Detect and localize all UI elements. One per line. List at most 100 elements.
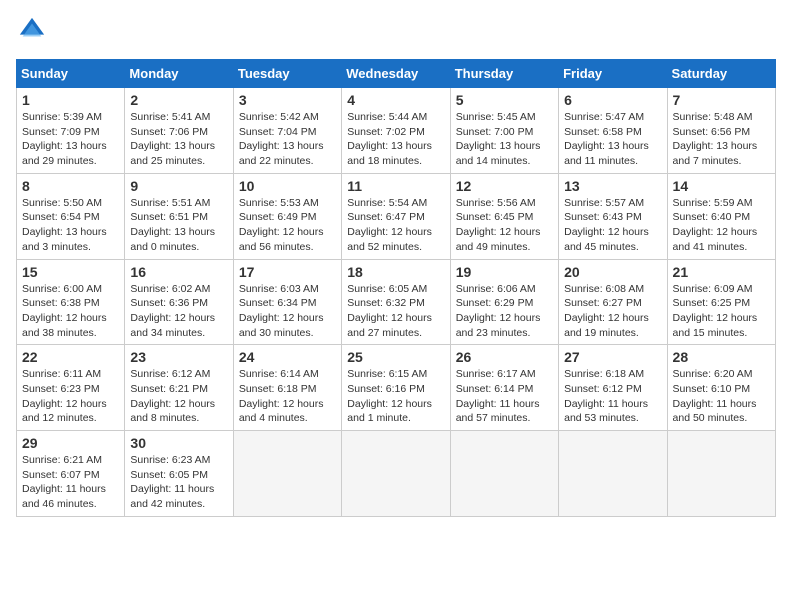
day-number: 19 (456, 264, 553, 280)
calendar-week-row: 1 Sunrise: 5:39 AM Sunset: 7:09 PM Daylig… (17, 88, 776, 174)
calendar-cell: 11 Sunrise: 5:54 AM Sunset: 6:47 PM Dayli… (342, 173, 450, 259)
day-number: 12 (456, 178, 553, 194)
calendar-cell: 13 Sunrise: 5:57 AM Sunset: 6:43 PM Dayli… (559, 173, 667, 259)
day-number: 6 (564, 92, 661, 108)
day-number: 17 (239, 264, 336, 280)
weekday-header-wednesday: Wednesday (342, 60, 450, 88)
calendar-cell: 29 Sunrise: 6:21 AM Sunset: 6:07 PM Dayli… (17, 431, 125, 517)
calendar-cell: 27 Sunrise: 6:18 AM Sunset: 6:12 PM Dayli… (559, 345, 667, 431)
day-number: 28 (673, 349, 770, 365)
calendar-week-row: 15 Sunrise: 6:00 AM Sunset: 6:38 PM Dayli… (17, 259, 776, 345)
day-info: Sunrise: 5:45 AM Sunset: 7:00 PM Dayligh… (456, 110, 553, 169)
day-info: Sunrise: 5:48 AM Sunset: 6:56 PM Dayligh… (673, 110, 770, 169)
weekday-header-monday: Monday (125, 60, 233, 88)
day-number: 4 (347, 92, 444, 108)
day-info: Sunrise: 5:53 AM Sunset: 6:49 PM Dayligh… (239, 196, 336, 255)
day-info: Sunrise: 5:41 AM Sunset: 7:06 PM Dayligh… (130, 110, 227, 169)
day-number: 15 (22, 264, 119, 280)
calendar-cell: 15 Sunrise: 6:00 AM Sunset: 6:38 PM Dayli… (17, 259, 125, 345)
day-info: Sunrise: 6:18 AM Sunset: 6:12 PM Dayligh… (564, 367, 661, 426)
day-number: 25 (347, 349, 444, 365)
calendar-cell: 18 Sunrise: 6:05 AM Sunset: 6:32 PM Dayli… (342, 259, 450, 345)
day-info: Sunrise: 6:11 AM Sunset: 6:23 PM Dayligh… (22, 367, 119, 426)
calendar-cell: 3 Sunrise: 5:42 AM Sunset: 7:04 PM Daylig… (233, 88, 341, 174)
day-number: 3 (239, 92, 336, 108)
weekday-header-row: SundayMondayTuesdayWednesdayThursdayFrid… (17, 60, 776, 88)
page-header (16, 16, 776, 49)
day-info: Sunrise: 5:47 AM Sunset: 6:58 PM Dayligh… (564, 110, 661, 169)
calendar-week-row: 22 Sunrise: 6:11 AM Sunset: 6:23 PM Dayli… (17, 345, 776, 431)
calendar-cell (450, 431, 558, 517)
day-number: 20 (564, 264, 661, 280)
calendar-cell: 10 Sunrise: 5:53 AM Sunset: 6:49 PM Dayli… (233, 173, 341, 259)
day-info: Sunrise: 6:14 AM Sunset: 6:18 PM Dayligh… (239, 367, 336, 426)
calendar-cell: 16Sunrise: 6:02 AM Sunset: 6:36 PM Dayli… (125, 259, 233, 345)
day-number: 7 (673, 92, 770, 108)
logo-icon (18, 16, 46, 44)
day-info: Sunrise: 6:12 AM Sunset: 6:21 PM Dayligh… (130, 367, 227, 426)
calendar-cell (559, 431, 667, 517)
day-number: 2 (130, 92, 227, 108)
weekday-header-thursday: Thursday (450, 60, 558, 88)
calendar-cell: 20 Sunrise: 6:08 AM Sunset: 6:27 PM Dayli… (559, 259, 667, 345)
calendar-cell (667, 431, 775, 517)
day-info: Sunrise: 6:15 AM Sunset: 6:16 PM Dayligh… (347, 367, 444, 426)
day-number: 8 (22, 178, 119, 194)
day-info: Sunrise: 6:06 AM Sunset: 6:29 PM Dayligh… (456, 282, 553, 341)
day-info: Sunrise: 5:39 AM Sunset: 7:09 PM Dayligh… (22, 110, 119, 169)
day-info: Sunrise: 5:50 AM Sunset: 6:54 PM Dayligh… (22, 196, 119, 255)
day-number: 1 (22, 92, 119, 108)
calendar-cell: 7 Sunrise: 5:48 AM Sunset: 6:56 PM Daylig… (667, 88, 775, 174)
day-number: 24 (239, 349, 336, 365)
day-info: Sunrise: 6:21 AM Sunset: 6:07 PM Dayligh… (22, 453, 119, 512)
day-info: Sunrise: 5:44 AM Sunset: 7:02 PM Dayligh… (347, 110, 444, 169)
day-info: Sunrise: 6:17 AM Sunset: 6:14 PM Dayligh… (456, 367, 553, 426)
day-info: Sunrise: 5:51 AM Sunset: 6:51 PM Dayligh… (130, 196, 227, 255)
day-info: Sunrise: 6:00 AM Sunset: 6:38 PM Dayligh… (22, 282, 119, 341)
day-info: Sunrise: 6:20 AM Sunset: 6:10 PM Dayligh… (673, 367, 770, 426)
calendar-cell: 9 Sunrise: 5:51 AM Sunset: 6:51 PM Daylig… (125, 173, 233, 259)
day-number: 16 (130, 264, 227, 280)
day-info: Sunrise: 6:23 AM Sunset: 6:05 PM Dayligh… (130, 453, 227, 512)
calendar-cell: 12 Sunrise: 5:56 AM Sunset: 6:45 PM Dayli… (450, 173, 558, 259)
weekday-header-saturday: Saturday (667, 60, 775, 88)
day-info: Sunrise: 5:54 AM Sunset: 6:47 PM Dayligh… (347, 196, 444, 255)
day-number: 10 (239, 178, 336, 194)
calendar-week-row: 8 Sunrise: 5:50 AM Sunset: 6:54 PM Daylig… (17, 173, 776, 259)
day-info: Sunrise: 5:42 AM Sunset: 7:04 PM Dayligh… (239, 110, 336, 169)
day-number: 13 (564, 178, 661, 194)
day-number: 22 (22, 349, 119, 365)
calendar-cell: 6 Sunrise: 5:47 AM Sunset: 6:58 PM Daylig… (559, 88, 667, 174)
calendar-cell: 19 Sunrise: 6:06 AM Sunset: 6:29 PM Dayli… (450, 259, 558, 345)
logo (16, 16, 46, 49)
weekday-header-sunday: Sunday (17, 60, 125, 88)
day-info: Sunrise: 6:08 AM Sunset: 6:27 PM Dayligh… (564, 282, 661, 341)
calendar-cell: 28 Sunrise: 6:20 AM Sunset: 6:10 PM Dayli… (667, 345, 775, 431)
day-number: 26 (456, 349, 553, 365)
day-number: 27 (564, 349, 661, 365)
day-info: Sunrise: 5:56 AM Sunset: 6:45 PM Dayligh… (456, 196, 553, 255)
day-info: Sunrise: 6:05 AM Sunset: 6:32 PM Dayligh… (347, 282, 444, 341)
calendar-cell: 1 Sunrise: 5:39 AM Sunset: 7:09 PM Daylig… (17, 88, 125, 174)
day-number: 11 (347, 178, 444, 194)
calendar-cell: 25 Sunrise: 6:15 AM Sunset: 6:16 PM Dayli… (342, 345, 450, 431)
day-number: 5 (456, 92, 553, 108)
calendar-cell: 5 Sunrise: 5:45 AM Sunset: 7:00 PM Daylig… (450, 88, 558, 174)
day-info: Sunrise: 5:59 AM Sunset: 6:40 PM Dayligh… (673, 196, 770, 255)
calendar-cell: 24 Sunrise: 6:14 AM Sunset: 6:18 PM Dayli… (233, 345, 341, 431)
calendar-cell: 2 Sunrise: 5:41 AM Sunset: 7:06 PM Daylig… (125, 88, 233, 174)
calendar-cell: 30Sunrise: 6:23 AM Sunset: 6:05 PM Dayli… (125, 431, 233, 517)
calendar-cell: 14 Sunrise: 5:59 AM Sunset: 6:40 PM Dayli… (667, 173, 775, 259)
day-info: Sunrise: 6:09 AM Sunset: 6:25 PM Dayligh… (673, 282, 770, 341)
calendar-cell (342, 431, 450, 517)
day-number: 18 (347, 264, 444, 280)
day-number: 29 (22, 435, 119, 451)
calendar-table: SundayMondayTuesdayWednesdayThursdayFrid… (16, 59, 776, 517)
day-info: Sunrise: 5:57 AM Sunset: 6:43 PM Dayligh… (564, 196, 661, 255)
day-number: 21 (673, 264, 770, 280)
calendar-cell: 22 Sunrise: 6:11 AM Sunset: 6:23 PM Dayli… (17, 345, 125, 431)
day-info: Sunrise: 6:03 AM Sunset: 6:34 PM Dayligh… (239, 282, 336, 341)
day-number: 14 (673, 178, 770, 194)
day-number: 9 (130, 178, 227, 194)
calendar-cell: 4 Sunrise: 5:44 AM Sunset: 7:02 PM Daylig… (342, 88, 450, 174)
